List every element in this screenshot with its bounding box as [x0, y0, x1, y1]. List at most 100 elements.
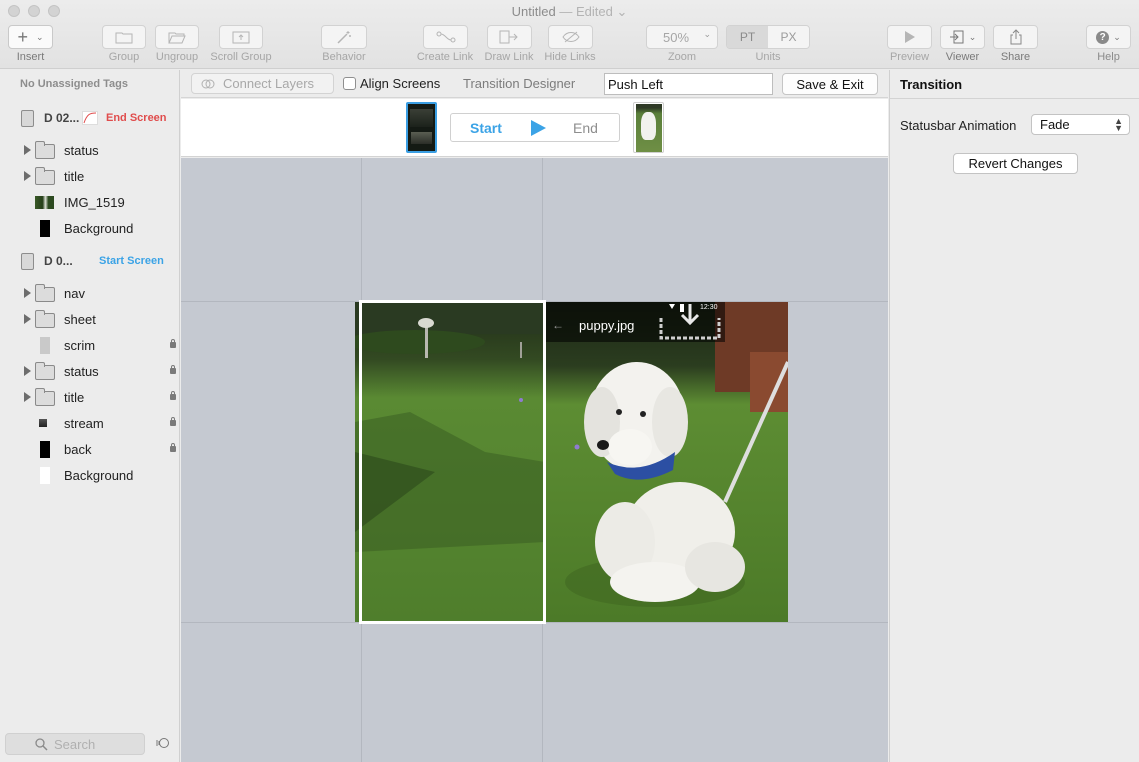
disclosure-triangle-icon[interactable]: [24, 171, 31, 181]
disclosure-triangle-icon[interactable]: [24, 392, 31, 402]
zoom-dropdown[interactable]: 50% ⌄: [646, 25, 718, 49]
transition-designer-label: Transition Designer: [463, 76, 576, 91]
units-pt-option[interactable]: PT: [727, 26, 768, 48]
back-arrow-icon[interactable]: ←: [552, 318, 564, 332]
statusbar-animation-value: Fade: [1040, 117, 1070, 132]
end-label[interactable]: End: [573, 120, 598, 136]
layer-row-status[interactable]: status: [0, 359, 180, 385]
lock-icon[interactable]: [170, 391, 176, 400]
layer-row-background[interactable]: Background: [0, 216, 180, 242]
preview-button[interactable]: [887, 25, 932, 49]
layers-sidebar: No Unassigned Tags D 02... End Screen st…: [0, 70, 180, 762]
start-screen-selection-frame[interactable]: [359, 300, 546, 624]
lock-icon[interactable]: [170, 417, 176, 426]
connect-layers-button[interactable]: Connect Layers: [191, 73, 334, 94]
layer-row-scrim[interactable]: scrim: [0, 333, 180, 359]
grey-rectangle-icon: [40, 337, 50, 354]
viewer-button[interactable]: ⌄: [940, 25, 985, 49]
tags-header: No Unassigned Tags: [20, 78, 128, 90]
document-status[interactable]: — Edited ⌄: [559, 4, 627, 19]
behavior-label: Behavior: [322, 51, 366, 63]
lock-icon[interactable]: [170, 339, 176, 348]
viewer-label: Viewer: [945, 51, 980, 63]
start-screen-tag: Start Screen: [99, 255, 164, 267]
revert-changes-button[interactable]: Revert Changes: [953, 153, 1078, 174]
select-arrows-icon: ▲ ▼: [1114, 116, 1123, 133]
units-px-option[interactable]: PX: [768, 26, 809, 48]
create-link-button[interactable]: [423, 25, 468, 49]
insert-button[interactable]: + ⌄: [8, 25, 53, 49]
start-end-bar: Start End: [181, 99, 888, 157]
scroll-group-button[interactable]: [219, 25, 263, 49]
lock-icon[interactable]: [170, 365, 176, 374]
layer-name: Background: [64, 221, 134, 236]
phone-screen-icon: [21, 110, 34, 127]
layer-name: nav: [64, 286, 85, 301]
ungroup-button[interactable]: [155, 25, 199, 49]
statusbar-animation-select[interactable]: Fade ▲ ▼: [1031, 114, 1130, 135]
link-curve-icon: [436, 31, 455, 43]
transition-inspector: Transition Statusbar Animation Fade ▲ ▼ R…: [889, 70, 1139, 762]
hide-links-label: Hide Links: [544, 51, 596, 63]
behavior-button[interactable]: [321, 25, 367, 49]
hide-links-button[interactable]: [548, 25, 593, 49]
transition-curve-icon: [82, 111, 98, 125]
disclosure-triangle-icon[interactable]: [24, 145, 31, 155]
zoom-value: 50%: [663, 29, 690, 45]
scroll-group-icon: [232, 31, 250, 43]
end-screen-preview[interactable]: [545, 302, 788, 622]
magic-wand-icon: [337, 31, 351, 44]
layer-row-title[interactable]: title: [0, 385, 180, 411]
search-placeholder: Search: [54, 736, 96, 752]
search-icon: [35, 738, 48, 751]
chevron-down-icon: ⌄: [35, 31, 44, 42]
stream-thumbnail-icon: [39, 419, 47, 427]
end-screen-thumbnail[interactable]: [633, 102, 664, 153]
layer-row-back[interactable]: back: [0, 437, 180, 463]
disclosure-triangle-icon[interactable]: [24, 288, 31, 298]
screen-row-start[interactable]: D 0... Start Screen: [0, 248, 180, 274]
transition-name-input[interactable]: [604, 73, 773, 95]
open-folder-icon: [168, 32, 186, 43]
end-screen-tag: End Screen: [106, 112, 167, 124]
chevron-down-icon: ⌄: [968, 31, 977, 42]
draw-link-icon: [499, 30, 518, 44]
screen-row-end[interactable]: D 02... End Screen: [0, 105, 180, 131]
folder-icon: [35, 388, 55, 406]
disclosure-triangle-icon[interactable]: [24, 314, 31, 324]
viewer-icon: [949, 30, 964, 44]
save-exit-button[interactable]: Save & Exit: [782, 73, 878, 95]
layer-row-img[interactable]: IMG_1519: [0, 190, 180, 216]
share-icon: [1010, 29, 1021, 45]
layer-name: scrim: [64, 338, 96, 353]
image-thumbnail-icon: [35, 196, 54, 209]
play-transition-icon[interactable]: [531, 120, 546, 136]
draw-link-button[interactable]: [487, 25, 532, 49]
window-title: Untitled — Edited ⌄: [0, 4, 1139, 20]
lock-icon[interactable]: [170, 443, 176, 452]
layer-name: status: [64, 364, 99, 379]
start-end-toggle[interactable]: Start End: [450, 113, 620, 142]
layer-row-background[interactable]: Background: [0, 463, 180, 489]
filter-toggle-icon[interactable]: [156, 737, 170, 749]
design-canvas[interactable]: ← puppy.jpg 12:30: [181, 158, 888, 762]
start-screen-thumbnail[interactable]: [406, 102, 437, 153]
group-button[interactable]: [102, 25, 146, 49]
help-icon: ?: [1096, 30, 1110, 44]
help-button[interactable]: ? ⌄: [1086, 25, 1131, 49]
layer-search-input[interactable]: Search: [5, 733, 145, 755]
folder-icon: [35, 141, 55, 159]
layer-row-stream[interactable]: stream: [0, 411, 180, 437]
scroll-group-label: Scroll Group: [210, 51, 272, 63]
layer-row-nav[interactable]: nav: [0, 281, 180, 307]
share-button[interactable]: [993, 25, 1038, 49]
layer-row-sheet[interactable]: sheet: [0, 307, 180, 333]
zoom-label: Zoom: [667, 51, 697, 63]
download-icon[interactable]: [657, 302, 723, 342]
align-screens-label[interactable]: Align Screens: [360, 76, 440, 91]
disclosure-triangle-icon[interactable]: [24, 366, 31, 376]
layer-row-status[interactable]: status: [0, 138, 180, 164]
align-screens-checkbox[interactable]: [343, 77, 356, 90]
layer-row-title[interactable]: title: [0, 164, 180, 190]
start-label[interactable]: Start: [470, 120, 502, 136]
